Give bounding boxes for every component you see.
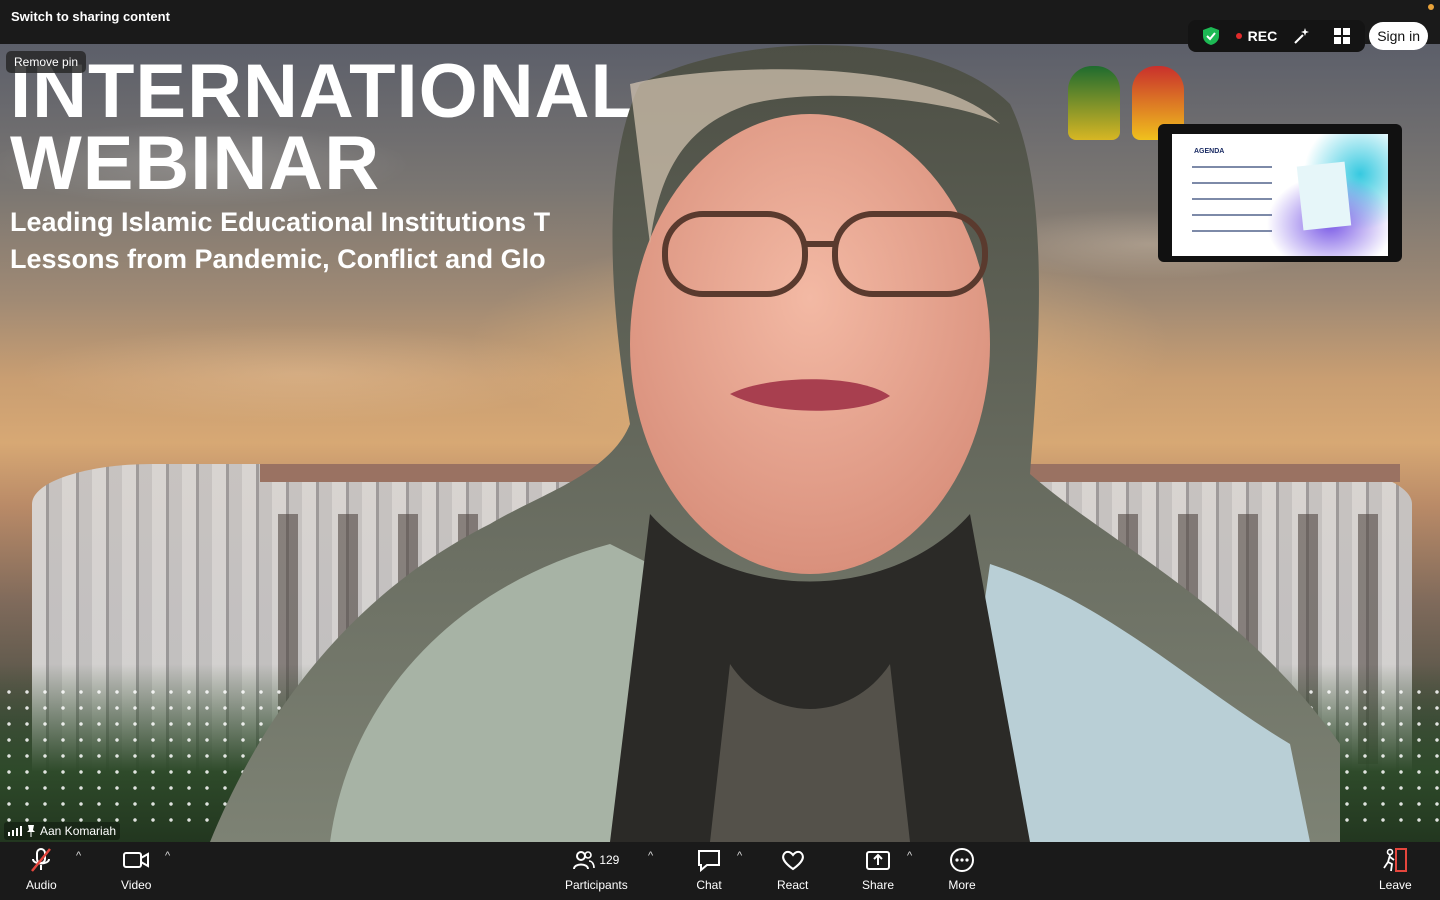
pin-icon — [27, 825, 35, 837]
ai-companion-sparkle-icon[interactable] — [1287, 21, 1317, 51]
participants-options-caret-icon[interactable]: ^ — [648, 850, 653, 862]
share-screen-icon — [866, 851, 891, 870]
apps-grid-icon[interactable] — [1327, 21, 1357, 51]
slide-title: AGENDA — [1194, 148, 1225, 155]
speaker-name: Aan Komariah — [40, 824, 117, 838]
audio-label: Audio — [26, 878, 57, 892]
switch-to-sharing-button[interactable]: Switch to sharing content — [11, 9, 170, 24]
react-button[interactable]: React — [777, 846, 808, 892]
agenda-slide-preview: AGENDA — [1172, 134, 1388, 256]
recording-indicator[interactable]: REC — [1235, 28, 1278, 44]
chat-button[interactable]: Chat — [695, 846, 723, 892]
meeting-toolbar: Audio ^ Video ^ 129 Participants ^ Chat … — [0, 842, 1440, 900]
chat-bubble-icon — [698, 850, 720, 873]
more-dots-icon — [950, 848, 974, 872]
more-button[interactable]: More — [948, 846, 976, 892]
participants-button[interactable]: 129 Participants — [565, 846, 628, 892]
top-right-controls: REC Sign in — [1187, 20, 1440, 52]
react-label: React — [777, 878, 809, 892]
video-label: Video — [121, 878, 152, 892]
window-status-dot — [1428, 4, 1434, 10]
remove-pin-button[interactable]: Remove pin — [6, 51, 87, 73]
recording-dot-icon — [1235, 33, 1242, 39]
video-button[interactable]: Video — [121, 846, 151, 892]
shared-content-thumbnail[interactable]: AGENDA — [1158, 124, 1402, 262]
mic-muted-icon — [31, 848, 52, 872]
leave-door-icon — [1383, 848, 1408, 872]
share-label: Share — [862, 878, 895, 892]
more-label: More — [948, 878, 976, 892]
video-stage[interactable]: INTERNATIONAL WEBINAR Leading Islamic Ed… — [0, 44, 1440, 842]
slide-card-illustration — [1296, 161, 1352, 231]
speaker-name-label: Aan Komariah — [4, 822, 121, 840]
chat-options-caret-icon[interactable]: ^ — [737, 850, 742, 862]
chat-label: Chat — [696, 878, 722, 892]
share-button[interactable]: Share — [862, 846, 894, 892]
rec-label: REC — [1247, 28, 1278, 44]
audio-button[interactable]: Audio — [26, 846, 57, 892]
shield-icon[interactable] — [1196, 21, 1226, 51]
sign-in-button[interactable]: Sign in — [1369, 22, 1428, 50]
share-options-caret-icon[interactable]: ^ — [907, 850, 912, 862]
participants-label: Participants — [565, 878, 628, 892]
participants-icon — [573, 851, 596, 870]
zoom-meeting-window: Switch to sharing content INTERNATIONAL … — [0, 0, 1440, 900]
meeting-status-pill: REC — [1187, 20, 1366, 52]
leave-button[interactable]: Leave — [1379, 846, 1412, 892]
video-camera-icon — [123, 852, 150, 868]
leave-label: Leave — [1379, 878, 1412, 892]
heart-icon — [781, 850, 804, 871]
participants-count: 129 — [599, 853, 620, 867]
signal-strength-icon — [8, 826, 22, 836]
video-options-caret-icon[interactable]: ^ — [165, 850, 170, 862]
audio-options-caret-icon[interactable]: ^ — [76, 850, 81, 862]
